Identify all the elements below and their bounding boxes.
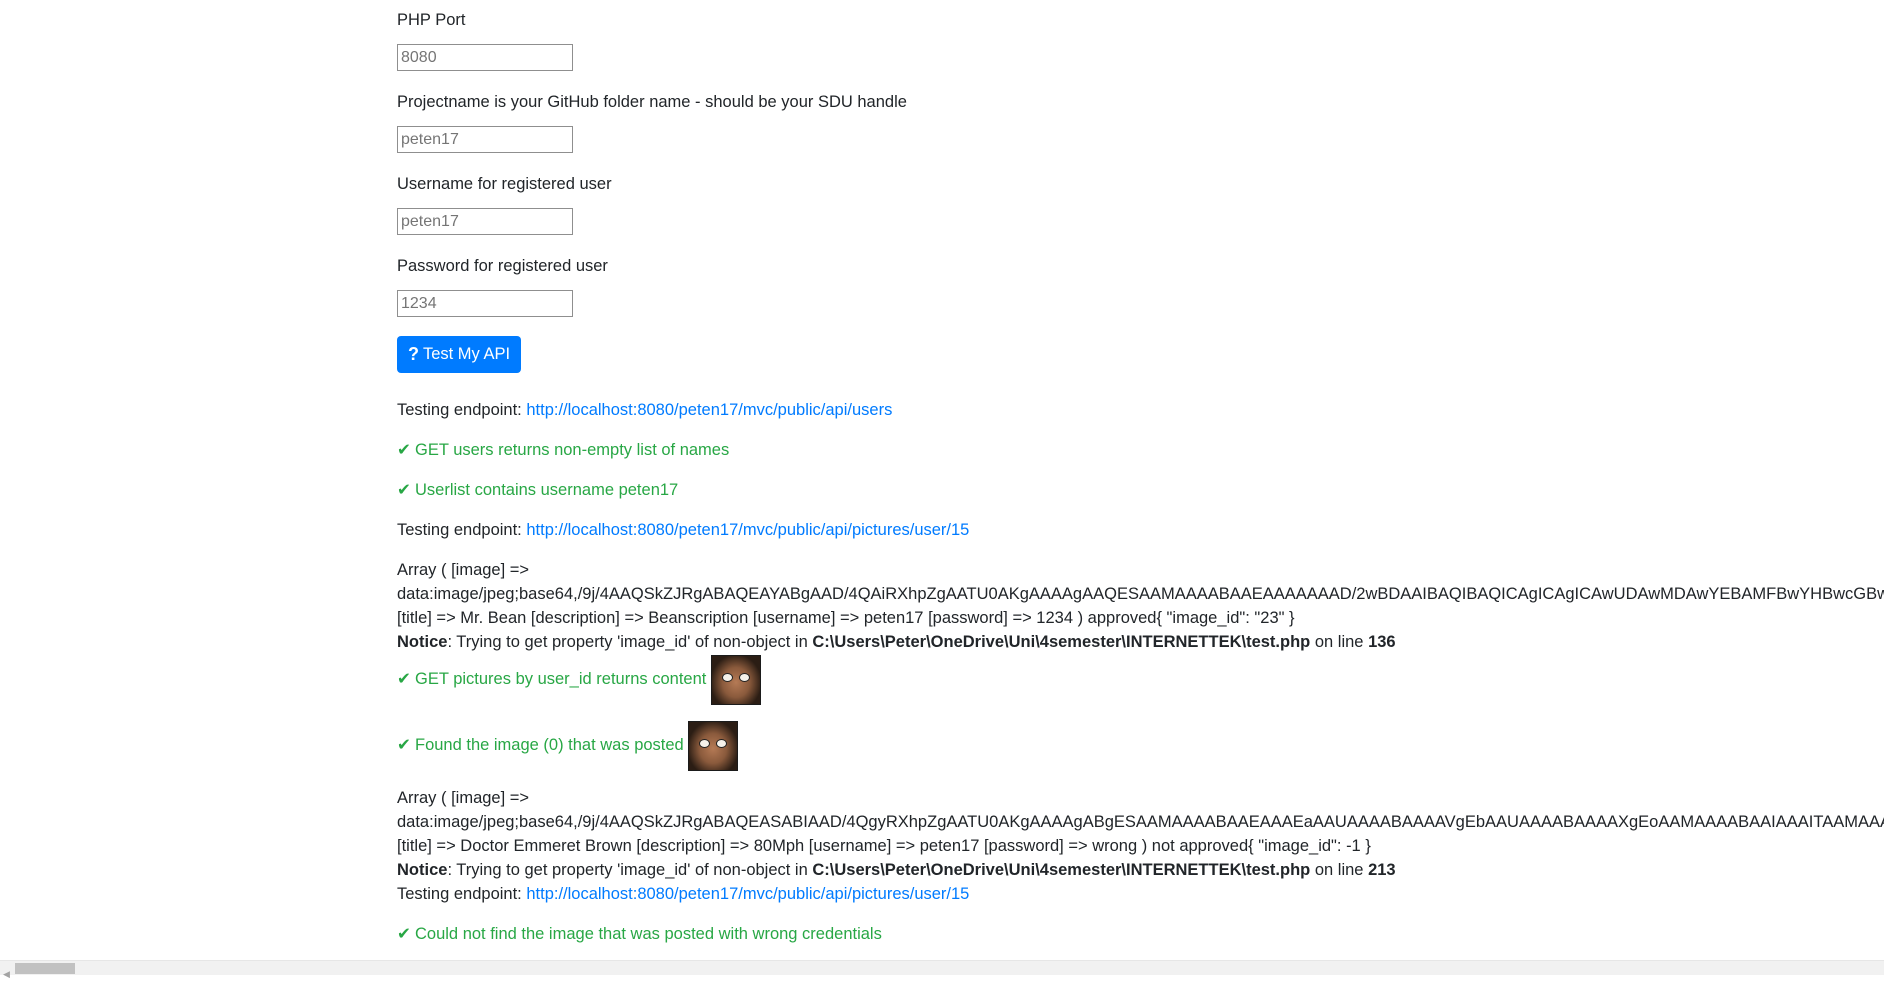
notice-line-number: 213 bbox=[1368, 861, 1396, 879]
result-get-users: ✔ GET users returns non-empty list of nam… bbox=[397, 438, 729, 462]
check-icon: ✔ bbox=[397, 925, 411, 943]
question-icon: ? bbox=[407, 344, 419, 364]
test-my-api-button[interactable]: ? Test My API bbox=[397, 336, 521, 373]
notice-label: Notice bbox=[397, 633, 448, 651]
scroll-left-icon[interactable]: ◀ bbox=[3, 962, 10, 986]
scrollbar-thumb[interactable] bbox=[15, 963, 75, 974]
check-icon: ✔ bbox=[397, 481, 411, 499]
check-icon: ✔ bbox=[397, 441, 411, 459]
horizontal-scrollbar[interactable]: ◀ bbox=[0, 960, 1884, 979]
testing-endpoint-pictures-2: Testing endpoint: http://localhost:8080/… bbox=[397, 882, 969, 906]
projectname-label: Projectname is your GitHub folder name -… bbox=[397, 93, 907, 111]
testing-endpoint-users: Testing endpoint: http://localhost:8080/… bbox=[397, 398, 892, 422]
notice-text: : Trying to get property 'image_id' of n… bbox=[447, 861, 813, 879]
endpoint-pictures-link[interactable]: http://localhost:8080/peten17/mvc/public… bbox=[526, 521, 969, 539]
result-wrong-credentials-text: Could not find the image that was posted… bbox=[415, 925, 882, 943]
username-input[interactable] bbox=[397, 208, 573, 235]
api-tester-page: PHP Port Projectname is your GitHub fold… bbox=[397, 0, 1884, 960]
notice-online: on line bbox=[1310, 633, 1369, 651]
array-dump-1-line2: data:image/jpeg;base64,/9j/4AAQSkZJRgABA… bbox=[397, 585, 1884, 603]
check-icon: ✔ bbox=[397, 670, 411, 688]
password-input[interactable] bbox=[397, 290, 573, 317]
array-dump-2-line2: data:image/jpeg;base64,/9j/4AAQSkZJRgABA… bbox=[397, 813, 1884, 831]
array-dump-1-line1: Array ( [image] => bbox=[397, 561, 530, 579]
array-dump-1-line3: [title] => Mr. Bean [description] => Bea… bbox=[397, 609, 1295, 627]
notice-path: C:\Users\Peter\OneDrive\Uni\4semester\IN… bbox=[812, 633, 1311, 651]
test-my-api-label: Test My API bbox=[422, 345, 511, 363]
check-icon: ✔ bbox=[397, 736, 411, 754]
notice-online: on line bbox=[1310, 861, 1369, 879]
testing-endpoint-prefix: Testing endpoint: bbox=[397, 401, 527, 419]
testing-endpoint-prefix: Testing endpoint: bbox=[397, 521, 527, 539]
projectname-input[interactable] bbox=[397, 126, 573, 153]
endpoint-pictures-link-2[interactable]: http://localhost:8080/peten17/mvc/public… bbox=[526, 885, 969, 903]
result-found-image-text: Found the image (0) that was posted bbox=[415, 736, 684, 754]
php-port-label: PHP Port bbox=[397, 11, 466, 29]
result-get-users-text: GET users returns non-empty list of name… bbox=[415, 441, 730, 459]
mr-bean-thumbnail bbox=[688, 720, 739, 771]
result-found-image: ✔ Found the image (0) that was posted bbox=[397, 720, 739, 771]
mr-bean-thumbnail bbox=[710, 654, 761, 705]
testing-endpoint-prefix: Testing endpoint: bbox=[397, 885, 527, 903]
notice-label: Notice bbox=[397, 861, 448, 879]
username-label: Username for registered user bbox=[397, 175, 612, 193]
result-userlist: ✔ Userlist contains username peten17 bbox=[397, 478, 678, 502]
notice-line-number: 136 bbox=[1368, 633, 1396, 651]
password-label: Password for registered user bbox=[397, 257, 608, 275]
testing-endpoint-pictures: Testing endpoint: http://localhost:8080/… bbox=[397, 518, 969, 542]
result-get-pictures: ✔ GET pictures by user_id returns content bbox=[397, 654, 761, 705]
result-wrong-credentials: ✔ Could not find the image that was poste… bbox=[397, 922, 882, 946]
array-dump-2-line3: [title] => Doctor Emmeret Brown [descrip… bbox=[397, 837, 1371, 855]
notice-text: : Trying to get property 'image_id' of n… bbox=[447, 633, 813, 651]
php-notice-2: Notice: Trying to get property 'image_id… bbox=[397, 858, 1396, 882]
endpoint-users-link[interactable]: http://localhost:8080/peten17/mvc/public… bbox=[526, 401, 892, 419]
array-dump-2-line1: Array ( [image] => bbox=[397, 789, 530, 807]
php-port-input[interactable] bbox=[397, 44, 573, 71]
notice-path: C:\Users\Peter\OneDrive\Uni\4semester\IN… bbox=[812, 861, 1311, 879]
result-get-pictures-text: GET pictures by user_id returns content bbox=[415, 670, 707, 688]
result-userlist-text: Userlist contains username peten17 bbox=[415, 481, 679, 499]
php-notice-1: Notice: Trying to get property 'image_id… bbox=[397, 630, 1396, 654]
